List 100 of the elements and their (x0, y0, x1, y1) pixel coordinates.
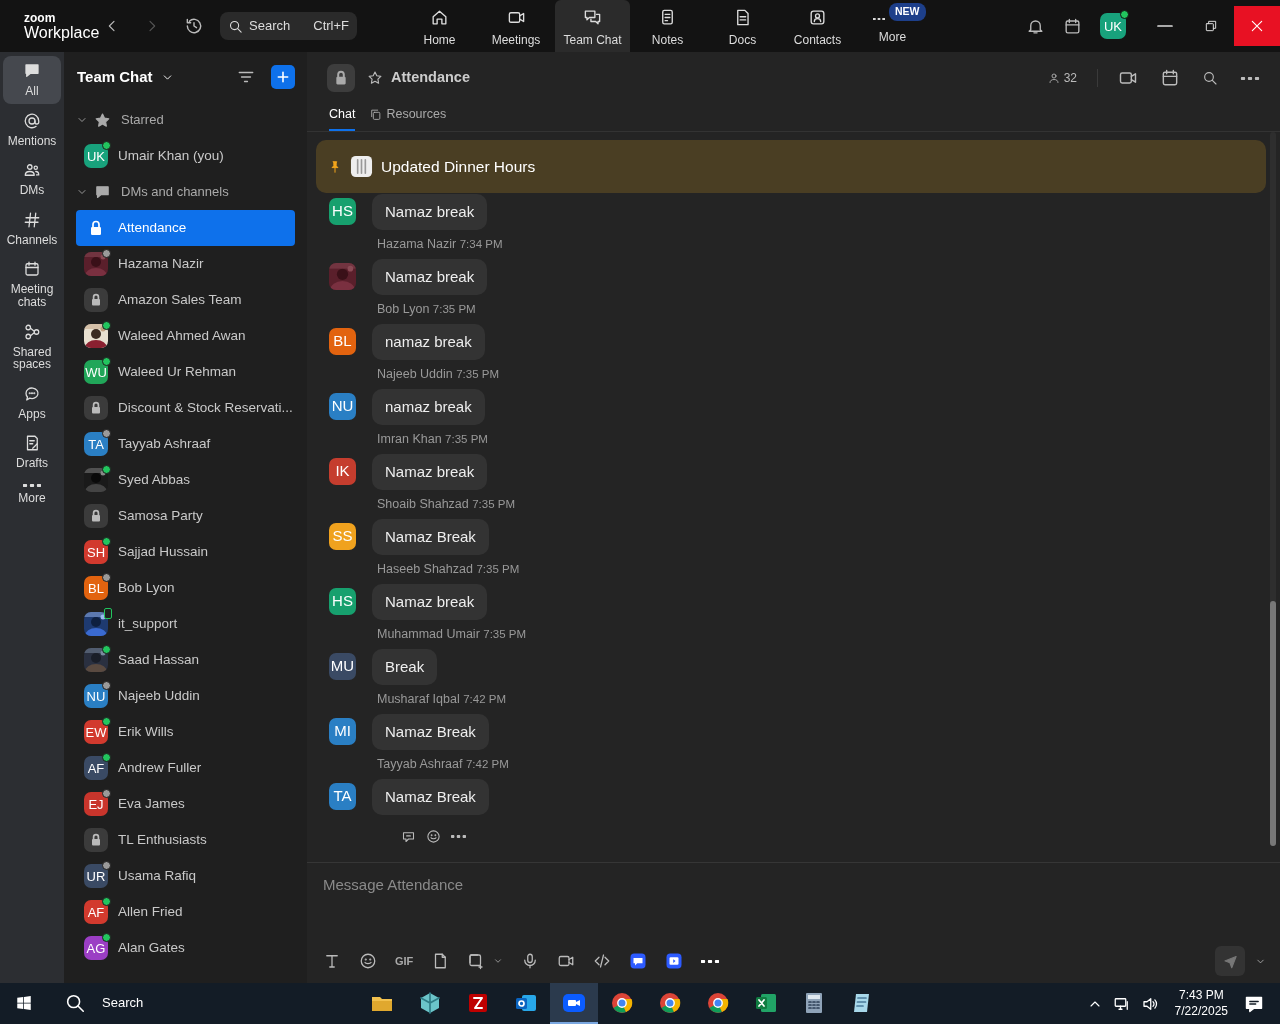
taskbar-search[interactable]: Search (48, 983, 348, 1024)
message-header: Haseeb Shahzad 7:35 PM (377, 561, 520, 579)
channel-tab[interactable]: Chat (329, 105, 356, 131)
message-header: Imran Khan 7:35 PM (377, 431, 488, 449)
chat-list-item[interactable]: UK Umair Khan (you) (76, 138, 295, 174)
chat-list-item[interactable]: TL Enthusiasts (76, 822, 295, 858)
rail-tab[interactable]: Meeting chats (3, 254, 61, 315)
star-icon (94, 111, 111, 129)
rail-tab[interactable]: Shared spaces (3, 316, 61, 377)
avatar: MU (329, 653, 356, 680)
chevron-down-icon (493, 956, 504, 966)
section-header[interactable]: DMs and channels (76, 174, 295, 210)
chat-list-item[interactable]: Attendance (76, 210, 295, 246)
avatar: UR (84, 864, 108, 888)
star-button[interactable] (367, 70, 383, 86)
history-button[interactable] (184, 16, 204, 36)
chat-list-item[interactable]: SH Sajjad Hussain (76, 534, 295, 570)
app-button[interactable] (665, 952, 684, 970)
more-button[interactable] (1240, 76, 1260, 80)
chat-list-item[interactable]: WU Waleed Ur Rehman (76, 354, 295, 390)
nav-tab[interactable]: Meetings (477, 0, 555, 52)
gif-button[interactable]: GIF (395, 952, 414, 970)
message-bubble: namaz break (372, 389, 485, 425)
message-input[interactable]: Message Attendance (323, 871, 1266, 900)
code-button[interactable] (593, 952, 612, 970)
message-bubble: Namaz break (372, 454, 488, 490)
calendar-button[interactable] (1063, 16, 1082, 36)
app-button[interactable] (629, 952, 648, 970)
logo-text: zoom (24, 11, 57, 24)
plus-icon (275, 69, 291, 85)
members-button[interactable]: 32 (1047, 69, 1077, 87)
search-button[interactable] (1202, 70, 1218, 86)
avatar: EJ (84, 792, 108, 816)
chat-list-item[interactable]: NU Najeeb Uddin (76, 678, 295, 714)
nav-tab[interactable]: Contacts (780, 0, 855, 52)
reaction-button[interactable] (426, 829, 441, 844)
rail-tab[interactable]: DMs (3, 155, 61, 203)
chat-list-item[interactable]: Discount & Stock Reservati... (76, 390, 295, 426)
chat-list-item[interactable]: it_support (76, 606, 295, 642)
channel-tab[interactable]: Resources (369, 105, 447, 131)
calendar-icon (23, 260, 41, 279)
rail-tab[interactable]: All (3, 56, 61, 104)
rail-tab[interactable]: Drafts (3, 428, 61, 476)
chat-list-item[interactable]: BL Bob Lyon (76, 570, 295, 606)
avatar: NU (329, 393, 356, 420)
chat-list-item[interactable]: EJ Eva James (76, 786, 295, 822)
chat-list-item[interactable]: Samosa Party (76, 498, 295, 534)
scrollbar[interactable] (1270, 132, 1276, 846)
message-bubble: Namaz Break (372, 714, 489, 750)
calendar-icon (1160, 68, 1180, 88)
chat-list-item[interactable]: Saad Hassan (76, 642, 295, 678)
rail-tab[interactable]: More (3, 477, 61, 511)
format-button[interactable] (323, 952, 341, 970)
more-button[interactable] (701, 959, 720, 963)
star-icon (367, 70, 383, 86)
hash-icon (23, 210, 41, 229)
emoji-button[interactable] (359, 952, 377, 970)
chat-list-item[interactable]: TA Tayyab Ashraaf (76, 426, 295, 462)
speech-bubble-icon (94, 183, 111, 201)
sidebar-title-button[interactable]: Team Chat (77, 65, 174, 89)
rail-tab[interactable]: Mentions (3, 105, 61, 154)
chat-list-item[interactable]: Waleed Ahmed Awan (76, 318, 295, 354)
nav-tab[interactable]: NEW More (855, 0, 930, 52)
code-icon (593, 952, 612, 970)
message-header: Musharaf Iqbal 7:42 PM (377, 691, 506, 709)
clock[interactable]: 7:43 PM 7/22/2025 (1174, 987, 1228, 1020)
nav-tab[interactable]: Notes (630, 0, 705, 52)
message-bubble: Namaz Break (372, 519, 489, 555)
nav-tab[interactable]: Team Chat (555, 0, 630, 52)
chat-list-item[interactable]: Hazama Nazir (76, 246, 295, 282)
section-header[interactable]: Starred (76, 102, 295, 138)
chat-list-item[interactable]: Amazon Sales Team (76, 282, 295, 318)
search-field[interactable]: Search Ctrl+F (220, 12, 357, 40)
chat-list-item[interactable]: UR Usama Rafiq (76, 858, 295, 894)
chat-list-item[interactable]: EW Erik Wills (76, 714, 295, 750)
lock-icon (84, 504, 108, 528)
pinned-banner[interactable]: Updated Dinner Hours (316, 140, 1266, 193)
message-bubble: Namaz break (372, 194, 488, 230)
avatar: SH (84, 540, 108, 564)
contact-card-icon (808, 7, 827, 27)
chat-list-item[interactable]: AG Alan Gates (76, 930, 295, 966)
chat-list-item[interactable]: AF Andrew Fuller (76, 750, 295, 786)
schedule-button[interactable] (1160, 68, 1180, 88)
rail-tab[interactable]: Channels (3, 204, 61, 253)
nav-tab[interactable]: Home (402, 0, 477, 52)
chat-list-item[interactable]: Syed Abbas (76, 462, 295, 498)
nav-tab[interactable]: Docs (705, 0, 780, 52)
send-icon (1222, 953, 1238, 969)
reply-icon (401, 829, 416, 844)
minimize-icon (1157, 25, 1173, 27)
new-chat-button[interactable] (271, 65, 295, 89)
play-app-icon (665, 952, 684, 970)
rail-tab[interactable]: Apps (3, 378, 61, 427)
avatar: MI (329, 718, 356, 745)
taskbar-app-button[interactable] (550, 983, 598, 1024)
chat-list-item[interactable]: AF Allen Fried (76, 894, 295, 930)
message-bubble: Namaz break (372, 259, 488, 295)
dropdown-button[interactable] (493, 956, 504, 966)
avatar: BL (329, 328, 356, 355)
reply-button[interactable] (401, 829, 416, 844)
